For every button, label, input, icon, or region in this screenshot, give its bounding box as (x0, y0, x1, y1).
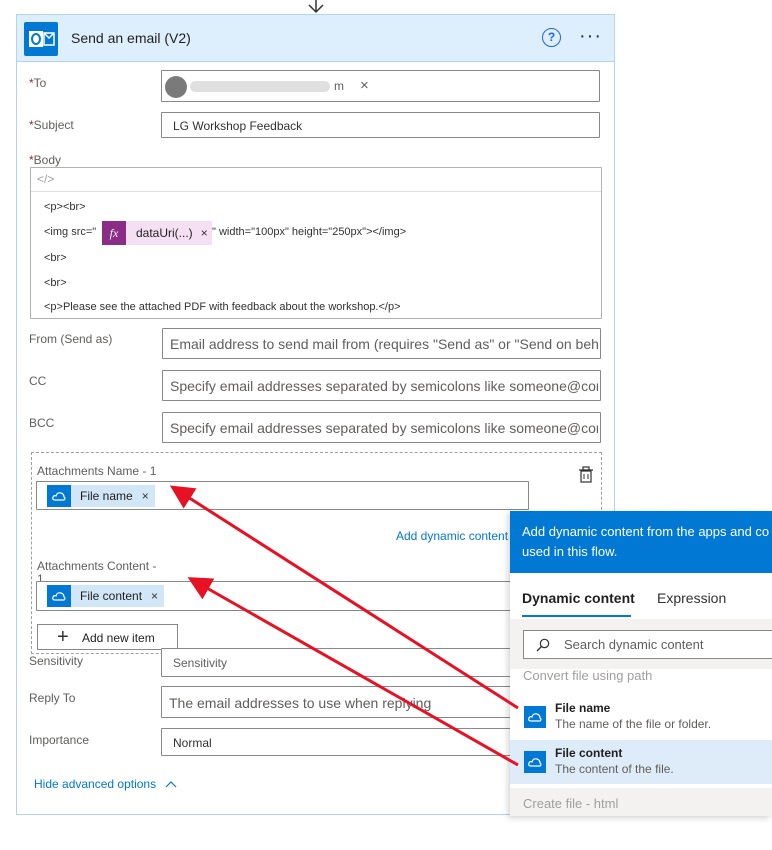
from-field[interactable]: Email address to send mail from (require… (162, 328, 601, 359)
section-divider: Create file - html (510, 788, 772, 816)
search-area: Search dynamic content (510, 619, 772, 669)
delete-item-icon[interactable] (577, 466, 595, 484)
sensitivity-label: Sensitivity (29, 654, 84, 668)
dynamic-content-panel-header: Add dynamic content from the apps and co… (510, 511, 772, 573)
fx-token-label: dataUri(...) (136, 226, 193, 240)
onedrive-icon (524, 751, 546, 773)
search-placeholder: Search dynamic content (564, 637, 704, 652)
subject-value: LG Workshop Feedback (173, 119, 303, 133)
file-name-token-remove-icon[interactable]: × (142, 489, 149, 503)
dynamic-item-desc: The name of the file or folder. (555, 717, 712, 731)
attachments-name-label: Attachments Name - 1 (37, 464, 157, 478)
flow-connector-arrow-icon (308, 0, 324, 14)
more-options-icon[interactable]: ··· (579, 25, 602, 48)
body-line-2-prefix: <img src=" (44, 226, 97, 238)
sensitivity-dropdown[interactable]: Sensitivity (161, 648, 521, 677)
add-new-item-label: Add new item (82, 631, 155, 645)
bcc-field[interactable]: Specify email addresses separated by sem… (162, 412, 601, 443)
to-label: *To (29, 76, 47, 90)
file-content-token[interactable]: File content × (47, 585, 165, 607)
body-line-4: <br> (44, 277, 67, 289)
recipient-remove-icon[interactable]: × (360, 77, 369, 94)
chevron-up-icon (166, 781, 177, 788)
body-line-2-suffix: " width="100px" height="250px"></img> (212, 226, 407, 238)
reply-to-label: Reply To (29, 691, 76, 705)
recipient-avatar (165, 76, 187, 98)
add-dynamic-content-link[interactable]: Add dynamic content (396, 529, 508, 543)
body-line-5: <p>Please see the attached PDF with feed… (44, 301, 401, 313)
plus-icon: + (57, 626, 69, 648)
file-name-token[interactable]: File name × (47, 485, 155, 507)
body-editor[interactable]: </> <p><br> <img src=" fx dataUri(...) ×… (30, 167, 602, 319)
active-tab-indicator (522, 615, 631, 617)
recipient-email-suffix: m (334, 79, 344, 93)
search-dynamic-content-input[interactable]: Search dynamic content (523, 630, 772, 659)
onedrive-icon (47, 485, 71, 507)
outlook-icon (24, 22, 58, 56)
body-toolbar: </> (31, 168, 601, 192)
sensitivity-value: Sensitivity (173, 656, 228, 670)
panel-header-text-1: Add dynamic content from the apps and co (522, 524, 770, 539)
importance-label: Importance (29, 733, 90, 747)
bcc-placeholder: Specify email addresses separated by sem… (170, 420, 598, 436)
dynamic-item-file-content[interactable]: File content The content of the file. (510, 740, 772, 784)
search-icon (536, 638, 550, 652)
body-line-1: <p><br> (44, 201, 86, 213)
onedrive-icon (47, 585, 71, 607)
hide-advanced-options-link[interactable]: Hide advanced options (34, 777, 177, 791)
fx-token-remove-icon[interactable]: × (201, 226, 208, 240)
card-header[interactable]: Send an email (V2) ? ··· (17, 15, 614, 62)
panel-header-text-2: used in this flow. (522, 544, 618, 559)
file-content-token-remove-icon[interactable]: × (151, 589, 158, 603)
reply-to-placeholder: The email addresses to use when replying (169, 695, 432, 711)
dynamic-item-file-name[interactable]: File name The name of the file or folder… (510, 695, 772, 739)
file-name-token-label: File name (80, 489, 133, 503)
subject-label: *Subject (29, 118, 74, 132)
fx-icon: fx (102, 221, 126, 245)
section-create-file: Create file - html (523, 796, 619, 811)
hide-advanced-options-label: Hide advanced options (34, 777, 157, 791)
code-view-toggle-icon[interactable]: </> (37, 172, 54, 186)
attachments-content-label: Attachments Content - (37, 559, 157, 573)
file-content-token-label: File content (80, 589, 143, 603)
fx-token[interactable]: fx dataUri(...) × (102, 221, 212, 245)
cc-field[interactable]: Specify email addresses separated by sem… (162, 370, 601, 401)
to-field[interactable]: m × (161, 70, 600, 102)
subject-field[interactable]: LG Workshop Feedback (161, 112, 600, 138)
cc-label: CC (29, 374, 47, 388)
card-title: Send an email (V2) (71, 30, 191, 46)
attachments-name-field[interactable]: File name × (36, 481, 529, 510)
bcc-label: BCC (29, 416, 55, 430)
body-label: *Body (29, 153, 62, 167)
cc-placeholder: Specify email addresses separated by sem… (170, 378, 598, 394)
dynamic-content-panel: Add dynamic content from the apps and co… (510, 511, 772, 816)
tab-dynamic-content[interactable]: Dynamic content (522, 590, 635, 606)
dynamic-item-desc: The content of the file. (555, 762, 674, 776)
dynamic-item-name: File name (555, 701, 611, 715)
importance-dropdown[interactable]: Normal (161, 728, 521, 756)
from-placeholder: Email address to send mail from (require… (170, 336, 598, 352)
add-new-item-button[interactable]: + Add new item (37, 624, 178, 650)
onedrive-icon (524, 706, 546, 728)
recipient-email-blurred (190, 81, 330, 92)
tab-expression[interactable]: Expression (657, 590, 726, 606)
from-label: From (Send as) (29, 332, 113, 346)
importance-value: Normal (173, 736, 212, 750)
attachments-content-field[interactable]: File content × (36, 581, 529, 611)
reply-to-field[interactable]: The email addresses to use when replying (161, 686, 521, 718)
dynamic-item-name: File content (555, 746, 623, 760)
section-convert-file: Convert file using path (523, 668, 653, 683)
body-line-3: <br> (44, 252, 67, 264)
help-icon[interactable]: ? (542, 28, 561, 47)
